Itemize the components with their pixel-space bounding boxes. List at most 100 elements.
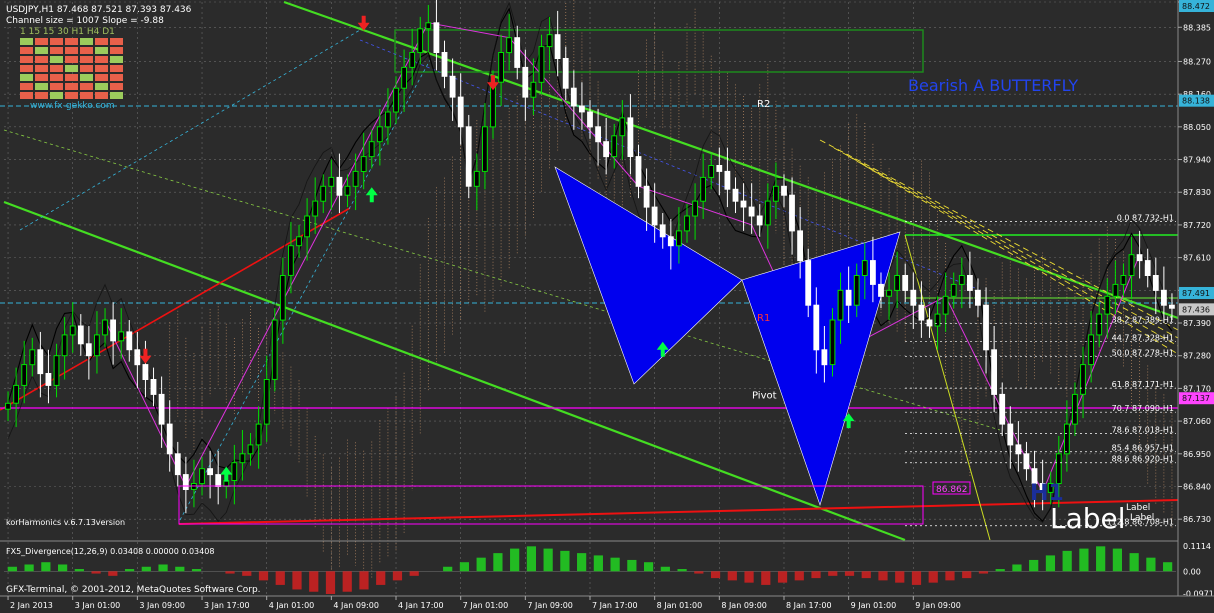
- price-tag-3: 87.436: [1182, 305, 1210, 314]
- candle-body-94: [764, 200, 771, 226]
- candle-body-116: [942, 295, 949, 315]
- candle-body-40: [328, 176, 335, 187]
- heat-cell-2-5: [95, 56, 108, 63]
- y-tick-label-16: 86.730: [1183, 515, 1211, 524]
- candle-body-28: [231, 462, 238, 482]
- heat-cell-3-1: [35, 65, 48, 72]
- candle-body-22: [182, 474, 189, 491]
- candle-body-67: [546, 34, 553, 48]
- heat-cell-0-4: [80, 38, 93, 45]
- heat-cell-2-2: [50, 56, 63, 63]
- copyright-text: GFX-Terminal, © 2001-2012, MetaQuotes So…: [6, 585, 261, 595]
- candle-body-142: [1152, 275, 1159, 291]
- heat-cell-6-2: [50, 92, 63, 99]
- price-tag-4: 87.137: [1182, 394, 1210, 403]
- heat-cell-1-3: [65, 47, 78, 54]
- candle-body-10: [85, 343, 92, 357]
- candle-body-91: [740, 200, 747, 208]
- heat-cell-0-0: [20, 38, 33, 45]
- x-tick-label-9: 7 Jan 17:00: [592, 601, 638, 610]
- candle-body-86: [700, 176, 707, 202]
- heat-cell-4-5: [95, 74, 108, 81]
- heat-cell-5-0: [20, 83, 33, 90]
- candle-body-8: [69, 325, 76, 336]
- heat-cell-5-3: [65, 83, 78, 90]
- candle-body-87: [708, 165, 715, 178]
- candle-body-32: [263, 379, 270, 425]
- candle-body-107: [870, 260, 876, 285]
- candle-body-88: [716, 165, 723, 172]
- candle-body-16: [134, 349, 141, 366]
- candle-body-68: [554, 34, 561, 59]
- heat-cell-3-4: [80, 65, 93, 72]
- candle-body-92: [748, 206, 755, 217]
- x-tick-label-8: 7 Jan 09:00: [527, 601, 573, 610]
- pivot-label-2: R1: [757, 313, 770, 324]
- x-tick-label-5: 4 Jan 09:00: [333, 601, 379, 610]
- y-tick-label-14: 86.950: [1183, 450, 1211, 459]
- candle-body-6: [53, 355, 60, 386]
- heat-cell-6-3: [65, 92, 78, 99]
- candle-body-47: [385, 111, 391, 128]
- heat-cell-0-3: [65, 38, 78, 45]
- candle-body-38: [312, 200, 319, 217]
- price-chart[interactable]: 0.0 87.732-H1 38.2 87.389-H1 44.7 87.328-H…: [0, 0, 1214, 613]
- heat-cell-1-1: [35, 47, 48, 54]
- candle-body-81: [659, 224, 666, 238]
- price-tag-0: 88.472: [1182, 2, 1210, 11]
- big-label: Label: [1050, 502, 1126, 535]
- y-tick-label-8: 87.610: [1183, 254, 1211, 263]
- candle-body-136: [1104, 295, 1111, 315]
- candle-body-37: [304, 215, 311, 238]
- candle-body-29: [239, 453, 246, 464]
- heat-cell-4-2: [50, 74, 63, 81]
- candle-body-109: [886, 289, 892, 297]
- y-tick-label-7: 87.720: [1183, 221, 1211, 230]
- heat-cell-1-0: [20, 47, 33, 54]
- candle-body-31: [255, 423, 262, 446]
- candle-body-11: [94, 334, 100, 357]
- candle-body-106: [861, 260, 868, 277]
- candle-body-103: [837, 289, 844, 321]
- heat-cell-4-6: [110, 74, 123, 81]
- candle-body-3: [29, 349, 36, 366]
- price-tag-1: 88.138: [1182, 97, 1210, 106]
- candle-body-100: [813, 304, 820, 351]
- y-tick-label-1: 88.385: [1183, 23, 1211, 32]
- fib-label-3: 50.0 87.278-H1: [1112, 348, 1174, 357]
- candle-body-83: [676, 230, 682, 247]
- candle-body-143: [1161, 289, 1167, 306]
- candle-body-90: [732, 188, 739, 202]
- candle-body-50: [409, 52, 416, 68]
- small-label-2: Label: [1130, 513, 1154, 523]
- candle-body-97: [789, 194, 795, 232]
- x-tick-label-1: 3 Jan 01:00: [75, 601, 121, 610]
- candle-body-135: [1096, 313, 1103, 336]
- heat-cell-4-3: [65, 74, 78, 81]
- heat-cell-4-4: [80, 74, 93, 81]
- candle-body-34: [279, 275, 286, 321]
- candle-body-79: [643, 185, 650, 208]
- heat-cell-3-5: [95, 65, 108, 72]
- fib-label-0: 0.0 87.732-H1: [1117, 213, 1174, 222]
- candle-body-108: [878, 283, 884, 297]
- macd-tick-label-0: 0.1114: [1183, 542, 1211, 551]
- heat-cell-5-2: [50, 83, 63, 90]
- candle-body-134: [1088, 334, 1094, 366]
- candle-body-80: [651, 206, 658, 226]
- candle-body-30: [247, 444, 254, 455]
- heat-cell-0-2: [50, 38, 63, 45]
- candle-body-7: [61, 334, 68, 357]
- candle-body-130: [1055, 453, 1062, 484]
- macd-tick-label-1: 0.00: [1183, 567, 1201, 576]
- y-tick-label-4: 88.050: [1183, 123, 1211, 132]
- candle-body-33: [271, 319, 278, 380]
- y-tick-label-13: 87.060: [1183, 417, 1211, 426]
- fib-label-4: 61.8 87.171-H1: [1112, 380, 1174, 389]
- candle-body-102: [829, 319, 836, 366]
- x-tick-label-12: 8 Jan 17:00: [786, 601, 832, 610]
- candle-body-124: [1007, 423, 1014, 446]
- candle-body-0: [5, 402, 11, 410]
- candle-body-133: [1080, 364, 1086, 395]
- fib-label-6: 78.6 87.018-H1: [1112, 426, 1174, 435]
